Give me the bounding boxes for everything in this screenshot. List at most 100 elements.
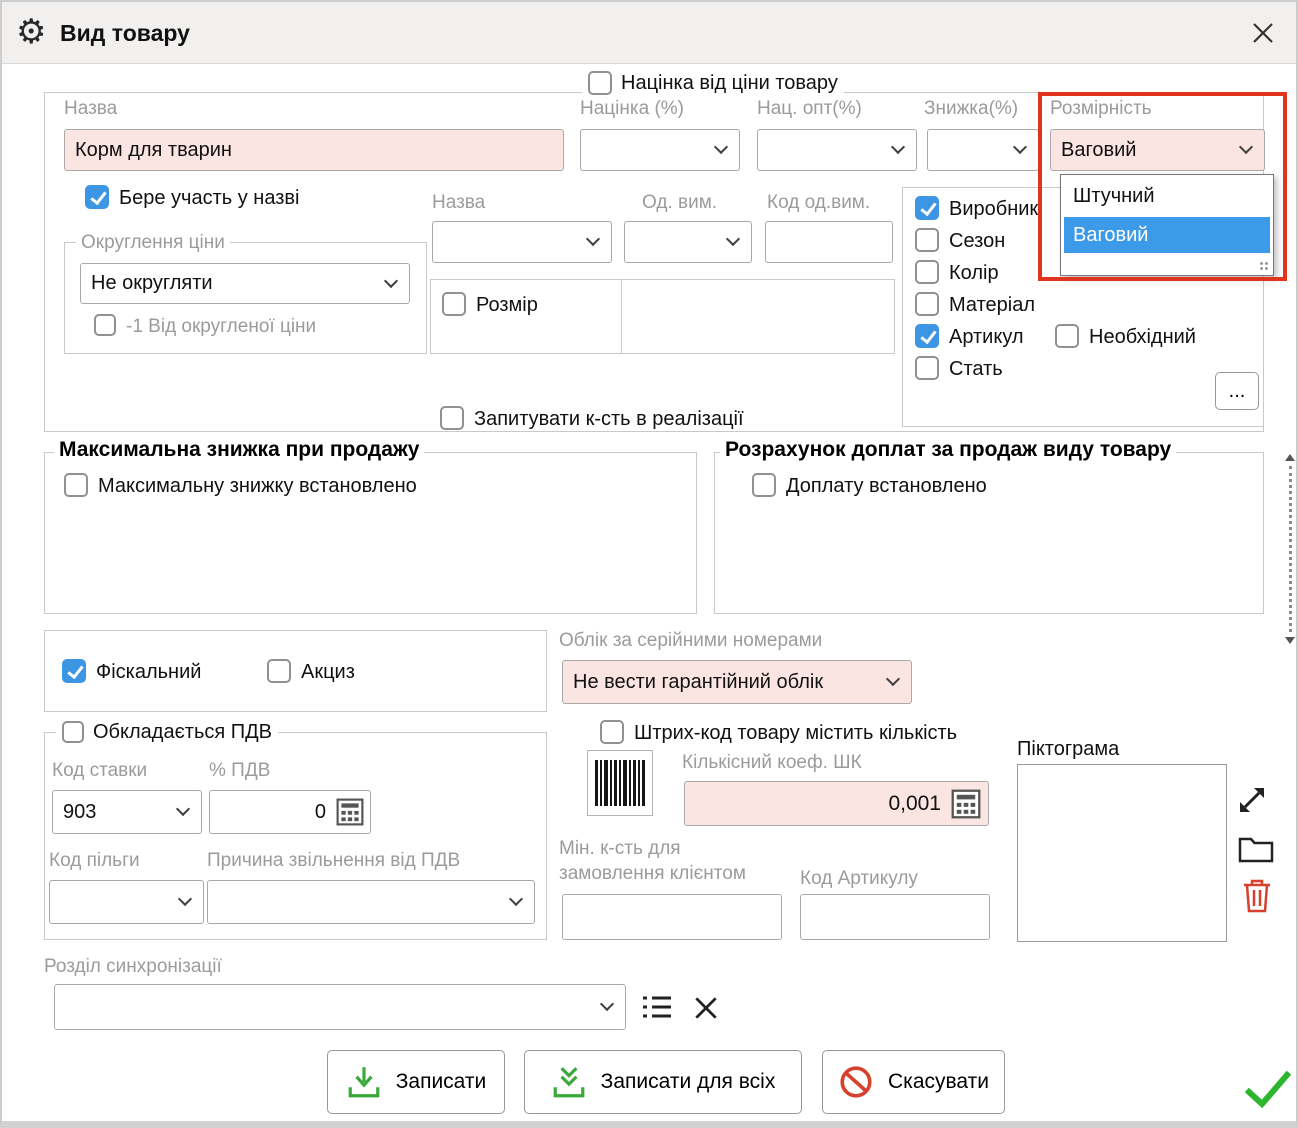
sync-label: Розділ синхронізації xyxy=(44,956,222,978)
barcode-button[interactable] xyxy=(587,750,653,816)
pictogram-label: Піктограма xyxy=(1017,738,1119,761)
barcode-qty-checkbox[interactable] xyxy=(600,720,624,744)
attr-name-select[interactable] xyxy=(432,221,612,263)
surcharge-label: Доплату встановлено xyxy=(786,475,987,498)
save-button-label: Записати xyxy=(396,1070,487,1094)
cancel-button-label: Скасувати xyxy=(888,1070,989,1094)
expand-image-button[interactable] xyxy=(1232,780,1272,820)
min-qty-label-line1: Мін. к-сть для xyxy=(559,838,681,860)
color-checkbox[interactable] xyxy=(915,260,939,284)
dimension-option-vahovyi[interactable]: Ваговий xyxy=(1064,217,1270,253)
minus-one-checkbox[interactable] xyxy=(94,314,116,336)
scrollbar-track[interactable] xyxy=(1289,466,1292,632)
chevron-down-icon xyxy=(509,892,523,906)
clear-icon xyxy=(692,994,720,1022)
list-icon xyxy=(641,994,673,1020)
sync-select[interactable] xyxy=(54,984,626,1030)
size-checkbox[interactable] xyxy=(442,292,466,316)
vat-exempt-reason-select[interactable] xyxy=(207,880,535,924)
unit-code-input[interactable] xyxy=(765,221,893,263)
chevron-down-icon xyxy=(586,232,600,246)
more-button[interactable]: ... xyxy=(1215,372,1259,410)
fiscal-checkbox[interactable] xyxy=(62,659,86,683)
required-checkbox[interactable] xyxy=(1055,324,1079,348)
vat-checkbox[interactable] xyxy=(62,721,84,743)
manufacturer-label: Виробник xyxy=(949,198,1038,221)
article-checkbox[interactable] xyxy=(915,324,939,348)
vat-legend-label: Обкладається ПДВ xyxy=(93,721,272,744)
ask-qty-checkbox[interactable] xyxy=(440,406,464,430)
serial-label: Облік за серійними номерами xyxy=(559,630,822,652)
calculator-icon[interactable] xyxy=(951,789,981,819)
color-label: Колір xyxy=(949,262,999,285)
window-title: Вид товару xyxy=(60,20,190,47)
save-all-icon xyxy=(551,1064,587,1100)
name-value: Корм для тварин xyxy=(75,139,232,162)
season-checkbox[interactable] xyxy=(915,228,939,252)
close-button[interactable] xyxy=(1248,18,1278,48)
chevron-down-icon xyxy=(384,273,398,287)
cancel-button[interactable]: Скасувати xyxy=(822,1050,1005,1114)
coef-label: Кількісний коеф. ШК xyxy=(682,752,862,774)
barcode-icon xyxy=(595,760,645,806)
fiscal-label: Фіскальний xyxy=(96,661,201,684)
vertical-scrollbar[interactable] xyxy=(1284,454,1296,644)
chevron-down-icon xyxy=(886,672,900,686)
rounding-value: Не округляти xyxy=(91,272,213,295)
markup-from-price-checkbox[interactable] xyxy=(588,71,612,95)
max-discount-label: Максимальну знижку встановлено xyxy=(98,475,417,498)
sync-list-button[interactable] xyxy=(638,990,676,1024)
chevron-down-icon xyxy=(714,140,728,154)
vat-benefit-code-select[interactable] xyxy=(49,880,204,924)
scroll-up-icon[interactable] xyxy=(1285,454,1295,461)
confirm-button[interactable] xyxy=(1242,1066,1294,1114)
unit-label: Од. вим. xyxy=(642,192,717,214)
min-qty-input[interactable] xyxy=(562,894,782,940)
material-label: Матеріал xyxy=(949,294,1035,317)
pictogram-box xyxy=(1017,764,1227,942)
max-discount-title: Максимальна знижка при продажу xyxy=(54,438,424,462)
save-button[interactable]: Записати xyxy=(327,1050,505,1114)
serial-select[interactable]: Не вести гарантійний облік xyxy=(562,660,912,704)
markup-group-legend: Націнка від ціни товару xyxy=(582,68,844,98)
resize-grip-icon[interactable] xyxy=(1259,261,1270,272)
trash-icon xyxy=(1242,878,1272,914)
max-discount-checkbox[interactable] xyxy=(64,473,88,497)
rounding-legend: Округлення ціни xyxy=(76,232,230,254)
rounding-select[interactable]: Не округляти xyxy=(80,263,410,304)
article-code-input[interactable] xyxy=(800,894,990,940)
dimension-option-shtuchnyi[interactable]: Штучний xyxy=(1064,178,1270,214)
chevron-down-icon xyxy=(1239,140,1253,154)
scroll-down-icon[interactable] xyxy=(1285,637,1295,644)
coef-field[interactable]: 0,001 xyxy=(684,781,989,826)
vat-rate-code-value: 903 xyxy=(63,801,96,824)
discount-percent-select[interactable] xyxy=(927,129,1039,171)
ask-qty-label: Запитувати к-сть в реалізації xyxy=(474,408,744,431)
name-input[interactable]: Корм для тварин xyxy=(64,129,564,171)
discount-percent-label: Знижка(%) xyxy=(924,98,1018,120)
close-icon xyxy=(1250,20,1276,46)
sync-clear-button[interactable] xyxy=(690,992,722,1024)
markup-percent-label: Націнка (%) xyxy=(580,98,684,120)
surcharge-checkbox[interactable] xyxy=(752,473,776,497)
product-type-dialog: ⚙ Вид товару Націнка від ціни товару Наз… xyxy=(0,0,1298,1128)
min-qty-label-line2: замовлення клієнтом xyxy=(559,863,746,885)
delete-image-button[interactable] xyxy=(1240,876,1274,916)
manufacturer-checkbox[interactable] xyxy=(915,196,939,220)
dimension-select[interactable]: Ваговий xyxy=(1050,129,1265,171)
save-all-button[interactable]: Записати для всіх xyxy=(524,1050,802,1114)
material-checkbox[interactable] xyxy=(915,292,939,316)
wholesale-markup-select[interactable] xyxy=(757,129,917,171)
gender-checkbox[interactable] xyxy=(915,356,939,380)
unit-code-label: Код од.вим. xyxy=(767,192,870,214)
vat-rate-code-select[interactable]: 903 xyxy=(52,790,202,834)
excise-checkbox[interactable] xyxy=(267,659,291,683)
load-image-button[interactable] xyxy=(1236,832,1276,866)
article-code-label: Код Артикулу xyxy=(800,868,918,890)
vat-percent-field[interactable]: 0 xyxy=(209,790,371,834)
calculator-icon[interactable] xyxy=(336,798,364,826)
markup-percent-select[interactable] xyxy=(580,129,740,171)
part-of-name-checkbox[interactable] xyxy=(85,185,109,209)
unit-select[interactable] xyxy=(624,221,752,263)
chevron-down-icon xyxy=(1013,140,1027,154)
